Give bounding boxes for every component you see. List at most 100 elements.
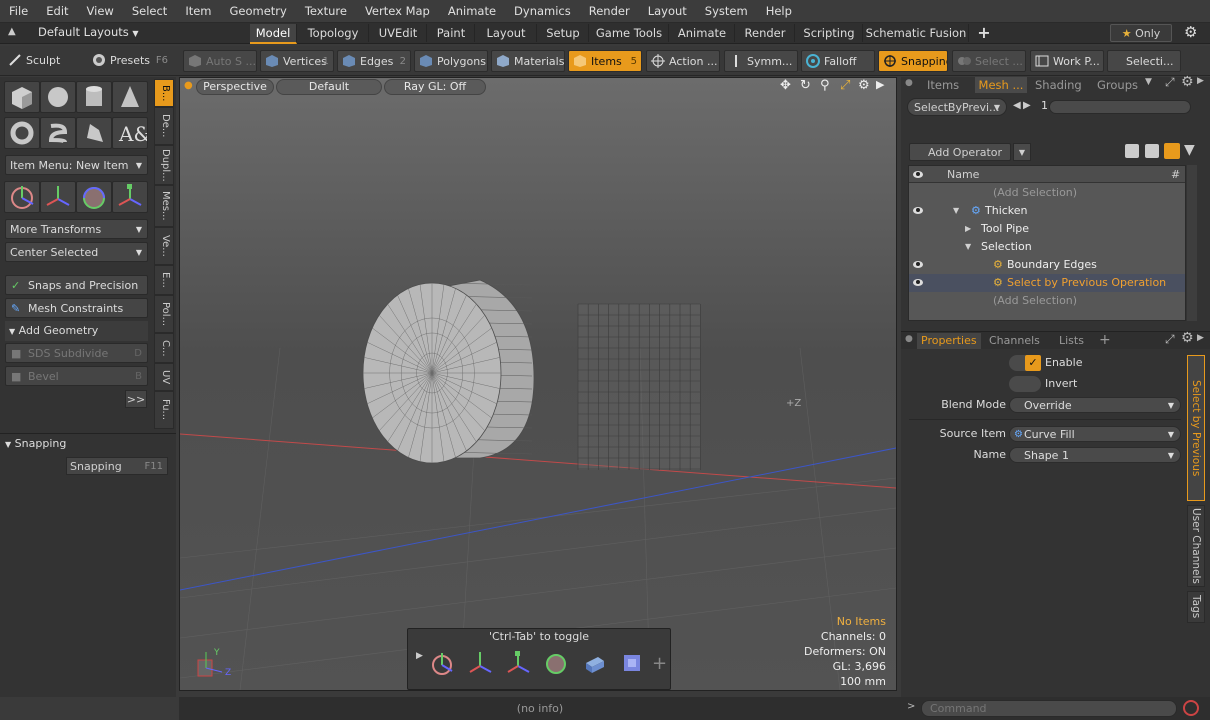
enable-toggle[interactable]: ✓ [1009,355,1041,371]
collapse-all-icon[interactable] [1125,144,1139,158]
rotate-palette-icon[interactable] [542,649,570,677]
workplane-button[interactable]: Work P... [1030,50,1104,72]
gear-icon[interactable]: ⚙ [1181,330,1194,346]
tab-channels[interactable]: Channels [989,333,1040,349]
menu-edit[interactable]: Edit [37,4,77,18]
add-tab-icon[interactable]: + [1099,332,1111,348]
tree-view-icon[interactable] [1164,143,1180,159]
add-operator-button[interactable]: Add Operator [909,143,1011,161]
edges-button[interactable]: Edges 2 [337,50,411,72]
menu-item[interactable]: Item [176,4,220,18]
snaps-precision-button[interactable]: ✓ Snaps and Precision [5,275,148,295]
tab-properties[interactable]: Properties [917,333,981,349]
prev-arrow-icon[interactable]: ◀ [1013,100,1021,111]
vtab-uv[interactable]: UV [154,363,174,391]
tab-layout[interactable]: Layout [476,24,537,42]
chevron-right-icon[interactable]: ▶ [1197,76,1204,86]
expand-icon[interactable]: ⤢ [1165,75,1175,90]
tab-schematic-fusion[interactable]: Schematic Fusion [864,24,969,42]
layout-selector[interactable]: Default Layouts ▼ [38,25,139,39]
menu-texture[interactable]: Texture [296,4,356,18]
materials-button[interactable]: Materials [491,50,565,72]
cylinder-tool-button[interactable] [76,81,112,113]
menu-geometry[interactable]: Geometry [221,4,296,18]
3d-viewport[interactable]: ● Perspective Default Ray GL: Off ✥ ↻ ⚲ … [179,77,897,691]
tree-row[interactable]: ▶ Tool Pipe [909,220,1185,238]
selection-sets-button[interactable]: Selecti... [1107,50,1181,72]
side-tab-select-by-previous[interactable]: Select by Previous Operation [1187,355,1205,501]
record-icon[interactable] [1183,700,1199,716]
scale-palette-icon[interactable] [504,649,532,677]
more-tools-button[interactable]: >> [125,390,147,408]
chevron-down-icon[interactable]: ▼ [1145,77,1152,87]
cube-tool-button[interactable] [4,81,40,113]
expand-icon[interactable]: ⤢ [1165,332,1175,347]
tab-model[interactable]: Model [250,24,297,44]
chevron-down-icon[interactable]: ▼ [953,202,959,220]
sculpt-button[interactable]: Sculpt [4,50,84,72]
invert-toggle[interactable] [1009,376,1041,392]
element-move-icon[interactable] [580,649,608,677]
mesh-constraints-button[interactable]: ✎ Mesh Constraints [5,298,148,318]
gear-icon[interactable]: ⚙ [1184,23,1197,41]
visibility-icon[interactable] [913,207,923,214]
vtab-polygon[interactable]: Pol... [154,295,174,333]
menu-file[interactable]: File [0,4,37,18]
tree-row[interactable]: ▼ Selection [909,238,1185,256]
menu-layout[interactable]: Layout [639,4,696,18]
menu-vertex-map[interactable]: Vertex Map [356,4,439,18]
panel-menu-icon[interactable]: ● [905,334,913,344]
chevron-right-icon[interactable]: ▶ [965,220,971,238]
bell-tool-button[interactable] [76,117,112,149]
move-palette-icon[interactable] [466,649,494,677]
palette-expand-icon[interactable]: ▶ [416,651,423,661]
name-dropdown[interactable]: Shape 1 ▼ [1009,447,1181,463]
tab-shading[interactable]: Shading [1035,77,1082,93]
tab-mesh-ops[interactable]: Mesh ... [975,77,1027,93]
menu-system[interactable]: System [696,4,757,18]
menu-render[interactable]: Render [580,4,639,18]
bevel-palette-icon[interactable] [618,649,646,677]
blend-mode-dropdown[interactable]: Override ▼ [1009,397,1181,413]
menu-dynamics[interactable]: Dynamics [505,4,580,18]
tab-uvedit[interactable]: UVEdit [370,24,427,42]
vtab-vertex[interactable]: Ve... [154,227,174,265]
center-selected-dropdown[interactable]: Center Selected ▼ [5,242,148,262]
item-menu-dropdown[interactable]: Item Menu: New Item ▼ [5,155,148,175]
vtab-duplicate[interactable]: Dupl... [154,145,174,185]
tree-row[interactable]: ⚙ Boundary Edges [909,256,1185,274]
tab-lists[interactable]: Lists [1059,333,1084,349]
gear-icon[interactable]: ⚙ [1181,74,1194,90]
torus-tool-button[interactable] [4,117,40,149]
vtab-mesh-edit[interactable]: Mes... [154,185,174,227]
visibility-icon[interactable] [913,279,923,286]
capsule-tool-button[interactable] [40,117,76,149]
panel-menu-icon[interactable]: ● [905,78,913,88]
side-tab-tags[interactable]: Tags [1187,591,1205,623]
command-input[interactable] [921,700,1177,717]
tab-groups[interactable]: Groups [1097,77,1138,93]
more-transforms-dropdown[interactable]: More Transforms ▼ [5,219,148,239]
tab-items[interactable]: Items [927,77,959,93]
vtab-curve[interactable]: C... [154,333,174,363]
collapse-icon[interactable]: ▲ [8,26,16,37]
sphere-tool-button[interactable] [40,81,76,113]
text-tool-button[interactable]: A& [112,117,151,149]
bevel-button[interactable]: ■ Bevel B [5,366,148,386]
add-tab-button[interactable]: + [972,24,996,42]
transform-palette-icon[interactable] [428,649,456,677]
tree-row[interactable]: (Add Selection) [909,292,1185,310]
mesh-op-selector[interactable]: SelectByPrevi... ▼ [907,98,1007,116]
presets-button[interactable]: Presets F6 [88,50,172,72]
vertices-button[interactable]: Vertices 1 [260,50,334,72]
tree-row[interactable]: (Add Selection) [909,184,1185,202]
vtab-fusion[interactable]: Fu... [154,391,174,429]
tab-scripting[interactable]: Scripting [796,24,863,42]
tab-render[interactable]: Render [736,24,795,42]
filter-icon[interactable]: ▼ [1184,142,1195,158]
items-button[interactable]: Items 5 [568,50,642,72]
menu-view[interactable]: View [78,4,123,18]
transform-tool-button[interactable] [4,181,40,213]
cone-tool-button[interactable] [112,81,148,113]
polygons-button[interactable]: Polygons [414,50,488,72]
